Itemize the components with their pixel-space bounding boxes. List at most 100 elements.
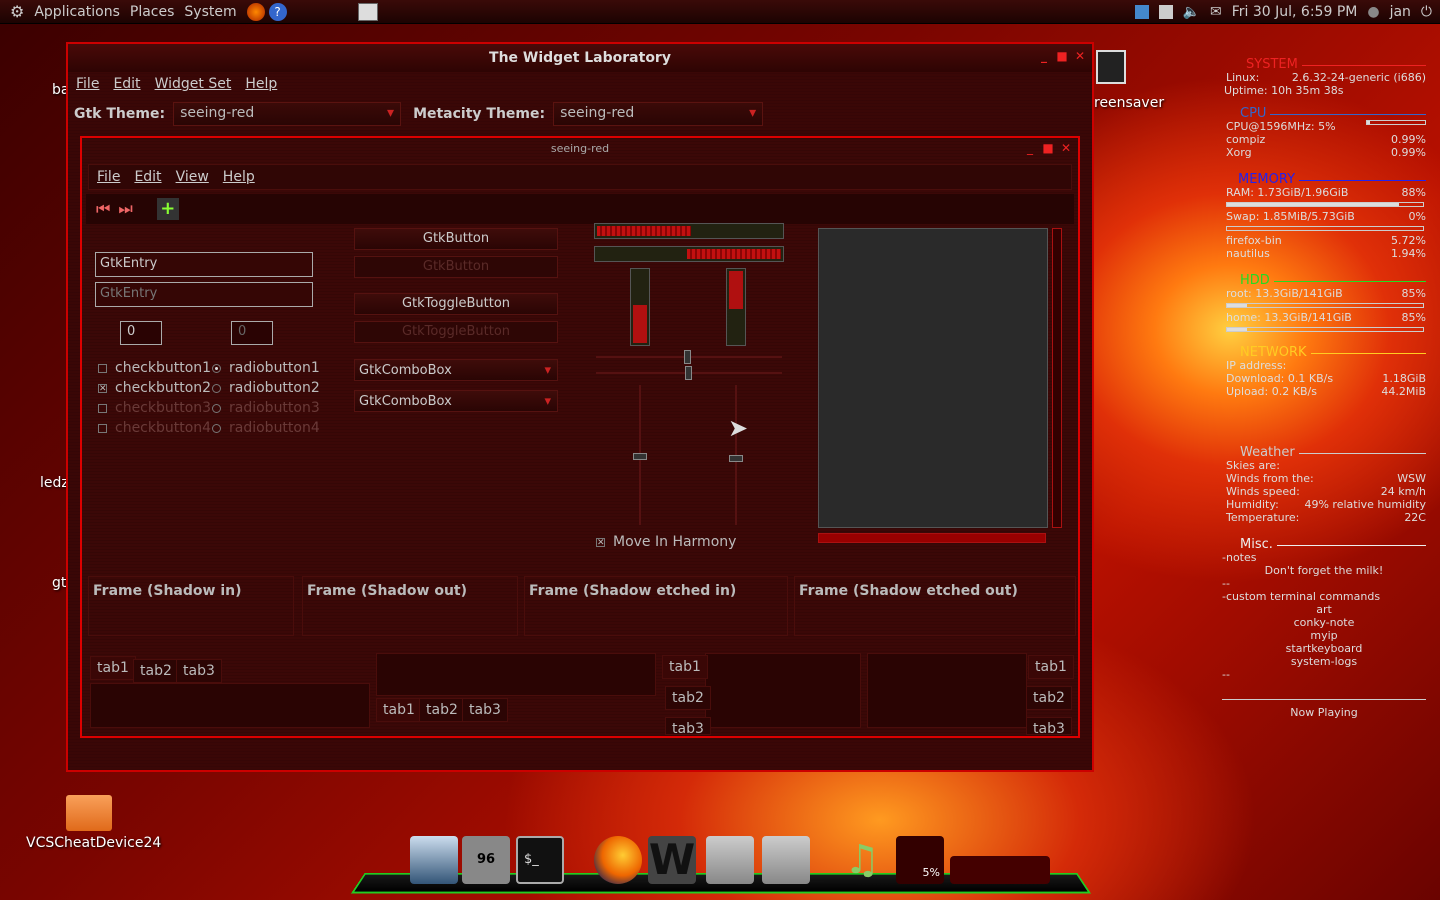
vertical-scrollbar[interactable] [1052,228,1062,528]
window-titlebar[interactable]: The Widget Laboratory _ ■ ✕ [68,44,1092,72]
gtk-entry-disabled[interactable]: GtkEntry [95,282,313,307]
tab[interactable]: tab2 [133,659,179,683]
home-folder-icon[interactable] [410,836,458,884]
gtk-toggle-button[interactable]: GtkToggleButton [354,293,558,315]
menu-edit[interactable]: Edit [134,169,161,185]
close-icon[interactable]: ✕ [1060,142,1072,154]
horizontal-scrollbar[interactable] [818,533,1046,543]
desktop-label-partial[interactable]: ledz [40,475,69,491]
vscale-handle[interactable] [729,455,743,462]
tab[interactable]: tab1 [90,656,136,680]
tab[interactable]: tab3 [176,659,222,683]
radiobutton[interactable]: radiobutton3 [212,400,320,416]
menu-file[interactable]: File [76,76,99,92]
tab[interactable]: tab2 [665,686,711,710]
tab[interactable]: tab2 [419,698,465,722]
menu-help[interactable]: Help [223,169,255,185]
vertical-progress-bar [726,268,746,346]
ubuntu-logo-icon[interactable]: ⚙ [10,2,24,21]
package-icon[interactable] [762,836,810,884]
cpu-monitor-icon[interactable]: 5% [896,836,944,884]
root-bar [1226,303,1424,308]
user-menu[interactable]: jan [1390,4,1411,20]
checkbutton-label: checkbutton3 [115,400,212,416]
menu-widget-set[interactable]: Widget Set [155,76,232,92]
weather-value: 24 km/h [1380,485,1426,498]
close-icon[interactable]: ✕ [1074,50,1086,62]
gtk-theme-combo[interactable]: seeing-red [173,102,402,126]
network-icon[interactable] [1134,5,1149,19]
go-first-icon[interactable]: ⏮ [96,199,110,219]
maximize-icon[interactable]: ■ [1042,142,1054,154]
volume-icon[interactable]: 🔈 [1183,4,1200,20]
preview-titlebar[interactable]: seeing-red _ ■ ✕ [82,138,1078,160]
proc-name: firefox-bin [1226,234,1282,247]
weather-value: 49% relative humidity [1304,498,1426,511]
gtk-button-disabled[interactable]: GtkButton [354,256,558,278]
trash-icon[interactable]: 96 [462,836,510,884]
system-menu[interactable]: System [184,4,236,20]
workspace-switcher[interactable] [950,856,1050,884]
radiobutton[interactable]: radiobutton2 [212,380,320,396]
weather-skies: Skies are: [1226,459,1280,472]
terminal-icon[interactable]: $_ [516,836,564,884]
maximize-icon[interactable]: ■ [1056,50,1068,62]
radiobutton[interactable]: radiobutton4 [212,420,320,436]
checkbutton[interactable]: checkbutton1 [98,360,211,376]
tab[interactable]: tab2 [1026,686,1072,710]
terminal-launcher-icon[interactable] [358,3,378,21]
checkbutton[interactable]: ✕ checkbutton2 [98,380,211,396]
firefox-icon[interactable] [594,836,642,884]
music-icon[interactable]: ♫ [838,836,886,884]
progress-bar [594,246,784,262]
checkbutton[interactable]: checkbutton4 [98,420,211,436]
package-icon[interactable] [706,836,754,884]
mail-icon[interactable]: ✉ [1210,4,1222,20]
firefox-icon[interactable] [246,2,265,21]
tab[interactable]: tab3 [1026,717,1072,735]
clock[interactable]: Fri 30 Jul, 6:59 PM [1232,4,1358,20]
spin-button-disabled[interactable]: 0 [231,321,273,345]
menu-help[interactable]: Help [245,76,277,92]
desktop-label-partial[interactable]: gt [52,575,66,591]
hscale-handle[interactable] [685,366,692,380]
move-in-harmony-check[interactable]: ✕ Move In Harmony [596,534,736,550]
hscale-handle[interactable] [684,350,691,364]
tab[interactable]: tab1 [376,698,422,722]
vscale-handle[interactable] [633,453,647,460]
gtk-toggle-button-disabled[interactable]: GtkToggleButton [354,321,558,343]
gtk-button[interactable]: GtkButton [354,228,558,250]
metacity-theme-combo[interactable]: seeing-red [553,102,764,126]
proc-value: 5.72% [1391,234,1426,247]
go-last-icon[interactable]: ⏭ [118,199,132,219]
gtk-combobox[interactable]: GtkComboBox [354,359,558,381]
scrolled-area[interactable] [818,228,1048,528]
minimize-icon[interactable]: _ [1038,50,1050,62]
power-icon[interactable]: ⏻ [1421,4,1432,20]
tab[interactable]: tab3 [462,698,508,722]
checkbutton[interactable]: checkbutton3 [98,400,211,416]
gtk-combobox-entry[interactable]: GtkComboBox [354,390,558,412]
menu-file[interactable]: File [97,169,120,185]
screensaver-icon[interactable] [1096,50,1126,84]
places-menu[interactable]: Places [130,4,175,20]
display-icon[interactable] [1158,5,1173,19]
menu-edit[interactable]: Edit [113,76,140,92]
menu-view[interactable]: View [176,169,209,185]
spin-button[interactable]: 0 [120,321,162,345]
cpu-bar [1366,120,1426,125]
minimize-icon[interactable]: _ [1024,142,1036,154]
help-icon[interactable]: ? [268,2,287,21]
add-icon[interactable]: + [156,198,179,220]
radiobutton[interactable]: radiobutton1 [212,360,320,376]
desktop-folder-label[interactable]: VCSCheatDevice24 [26,835,161,851]
applications-menu[interactable]: Applications [34,4,120,20]
user-icon[interactable]: ● [1367,4,1379,20]
folder-icon[interactable] [66,795,112,831]
tab[interactable]: tab1 [1028,655,1074,679]
tab[interactable]: tab1 [662,655,708,679]
screensaver-label[interactable]: reensaver [1094,95,1164,111]
gtk-entry[interactable]: GtkEntry [95,252,313,277]
tab[interactable]: tab3 [665,717,711,735]
writer-icon[interactable]: W [648,836,696,884]
